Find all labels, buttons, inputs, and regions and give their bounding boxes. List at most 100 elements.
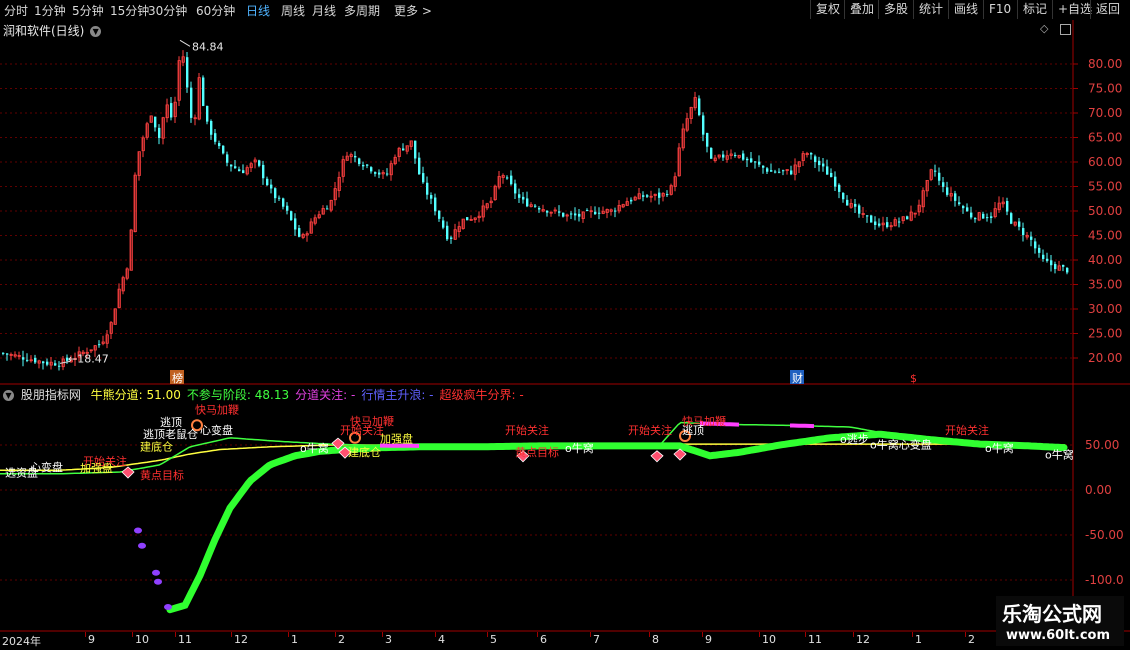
y-tick-label: 35.00 xyxy=(1088,278,1122,292)
candle-body xyxy=(514,183,517,194)
diamond-icon[interactable]: ◇ xyxy=(1040,22,1048,35)
date-tick xyxy=(85,632,86,637)
period-tab-6[interactable]: 日线 xyxy=(246,2,270,19)
action-button-3[interactable]: 统计 xyxy=(913,0,948,19)
date-tick xyxy=(912,632,913,637)
candle-body xyxy=(742,153,745,160)
purple-point xyxy=(164,604,172,610)
period-toolbar: 分时 1分钟 5分钟 15分钟 30分钟 60分钟 日线 周线 月线 多周期 更多 > 复权 叠加 多股… xyxy=(0,0,1130,21)
candle-body xyxy=(1018,221,1021,227)
candle-body xyxy=(218,143,221,147)
action-button-5[interactable]: F10 xyxy=(983,0,1016,19)
signal-label-3: 加强盘 xyxy=(80,461,113,475)
period-tab-0[interactable]: 分时 xyxy=(4,2,28,19)
candle-body xyxy=(298,228,301,237)
chevron-down-icon[interactable]: ▼ xyxy=(3,390,14,401)
candle-body xyxy=(962,206,965,209)
candle-body xyxy=(1062,264,1065,267)
candle-body xyxy=(734,154,737,156)
candle-body xyxy=(270,184,273,189)
candle-body xyxy=(466,217,469,221)
chevron-down-icon[interactable]: ▼ xyxy=(90,26,102,37)
y-tick-label: 20.00 xyxy=(1088,351,1122,365)
candle-body xyxy=(22,357,25,360)
period-tab-1[interactable]: 1分钟 xyxy=(34,2,66,19)
candle-body xyxy=(774,171,777,173)
action-button-8[interactable]: 返回 xyxy=(1090,0,1125,19)
readout-3: 行情主升浪: - xyxy=(361,388,434,402)
event-label-cai: 财 xyxy=(792,371,803,385)
period-tab-9[interactable]: 多周期 xyxy=(344,2,380,19)
candle-body xyxy=(426,182,429,195)
candle-body xyxy=(234,166,237,169)
candle-body xyxy=(6,353,9,355)
y-tick-label: 75.00 xyxy=(1088,82,1122,96)
date-axis: 2024年 9 10 11 12 1 2 3 4 5 6 7 8 9 10 11 12 1 2 xyxy=(0,632,1130,650)
date-label-5: 1 xyxy=(291,633,298,646)
signal-label-8: 快马加鞭 xyxy=(195,403,239,417)
candle-body xyxy=(202,77,205,106)
watermark-url: www.60lt.com xyxy=(1006,628,1111,643)
candle-body xyxy=(758,161,761,165)
period-tab-7[interactable]: 周线 xyxy=(281,2,305,19)
candle-body xyxy=(158,127,161,138)
action-button-2[interactable]: 多股 xyxy=(878,0,913,19)
candle-body xyxy=(858,205,861,214)
candle-body xyxy=(450,237,453,239)
date-label-17: 1 xyxy=(915,633,922,646)
action-button-4[interactable]: 画线 xyxy=(948,0,983,19)
candle-body xyxy=(878,223,881,226)
date-tick xyxy=(649,632,650,637)
candle-body xyxy=(942,182,945,187)
date-label-16: 12 xyxy=(856,633,870,646)
y-tick-label: 0.00 xyxy=(1085,483,1112,497)
signal-label-1: 心变盘 xyxy=(30,460,63,474)
readout-4: 超级疯牛分界: - xyxy=(439,388,524,402)
candle-body xyxy=(834,176,837,187)
candle-body xyxy=(614,210,617,212)
candle-body xyxy=(370,167,373,172)
indicator-chart[interactable]: 50.000.00-50.00-100.0选资盘心变盘 开始关注加强盘黄点目标建底… xyxy=(0,385,1130,633)
candle-body xyxy=(698,98,701,116)
period-tab-5[interactable]: 60分钟 xyxy=(196,2,235,19)
period-tab-10[interactable]: 更多 > xyxy=(394,2,432,19)
watermark-title: 乐淘公式网 xyxy=(1002,602,1102,626)
signal-label-18: 开始关注 xyxy=(628,423,672,437)
candle-body xyxy=(42,361,45,364)
candle-body xyxy=(422,173,425,183)
candle-body xyxy=(1030,236,1033,240)
candle-body xyxy=(906,216,909,220)
date-label-13: 9 xyxy=(705,633,712,646)
period-tab-2[interactable]: 5分钟 xyxy=(72,2,104,19)
candle-body xyxy=(2,352,5,354)
period-tab-8[interactable]: 月线 xyxy=(312,2,336,19)
signal-label-9: 心变盘 xyxy=(200,423,233,437)
candle-body xyxy=(838,184,841,192)
date-label-14: 10 xyxy=(762,633,776,646)
watermark: 乐淘公式网 www.60lt.com xyxy=(996,596,1124,646)
period-tab-4[interactable]: 30分钟 xyxy=(148,2,187,19)
kline-panel[interactable]: 80.00 75.00 70.00 65.00 60.00 55.00 50.00 45.00… xyxy=(0,20,1130,385)
period-tab-3[interactable]: 15分钟 xyxy=(110,2,149,19)
candle-body xyxy=(706,132,709,147)
candle-body xyxy=(226,154,229,163)
kline-chart[interactable]: 80.00 75.00 70.00 65.00 60.00 55.00 50.00 45.00… xyxy=(0,20,1130,385)
candle-body xyxy=(982,213,985,219)
candle-body xyxy=(710,147,713,159)
candle-body xyxy=(418,157,421,175)
candle-body xyxy=(666,194,669,196)
candle-body xyxy=(506,177,509,179)
date-label-11: 7 xyxy=(593,633,600,646)
action-button-0[interactable]: 复权 xyxy=(810,0,845,19)
candle-body xyxy=(190,87,193,118)
indicator-panel[interactable]: 50.00 0.00 -50.00 -100.0 选资盘 心变盘 开始关注 加强盘 黄点目标 建底… xyxy=(0,385,1130,633)
action-button-6[interactable]: 标记 xyxy=(1017,0,1052,19)
candle-body xyxy=(830,172,833,177)
candle-body xyxy=(854,203,857,207)
action-button-1[interactable]: 叠加 xyxy=(844,0,879,19)
maximize-icon[interactable] xyxy=(1060,24,1071,35)
y-tick-label: 55.00 xyxy=(1088,180,1122,194)
candle-body xyxy=(230,164,233,167)
candle-body xyxy=(702,115,705,135)
indicator-readouts: 牛熊分道: 51.00 不参与阶段: 48.13 分道关注: - 行情主升浪: - 超级… xyxy=(85,388,524,402)
